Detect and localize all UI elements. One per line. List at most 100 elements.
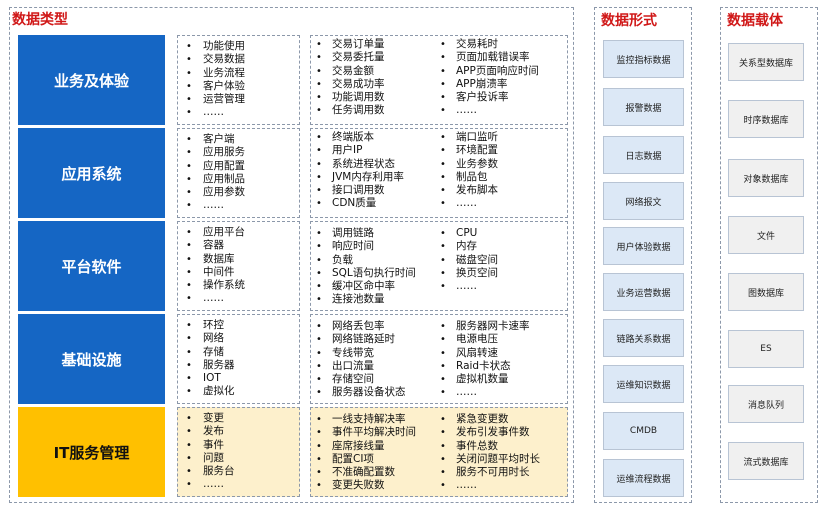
list-item: 客户端 — [177, 133, 245, 147]
data-form-tile: 网络报文 — [603, 182, 684, 220]
category-infrastructure-col1-list: 环控 网络 存储 服务器 IOT 虚拟化 — [177, 319, 235, 399]
category-it-service-management: IT服务管理 — [18, 407, 165, 497]
list-item: 出口流量 — [310, 360, 406, 374]
list-item: IOT — [177, 372, 235, 386]
list-item: …… — [434, 280, 498, 294]
list-item: 服务器 — [177, 359, 235, 373]
list-item: 响应时间 — [310, 240, 416, 254]
list-item: 发布 — [177, 425, 235, 439]
list-item: 专线带宽 — [310, 347, 406, 361]
list-item: 问题 — [177, 452, 235, 466]
list-item: 系统进程状态 — [310, 158, 404, 172]
category-itsm-col2-list: 一线支持解决率 事件平均解决时间 座席接线量 配置CI项 不准确配置数 变更失败… — [310, 413, 416, 493]
data-form-tile: 业务运营数据 — [603, 273, 684, 311]
list-item: 虚拟化 — [177, 385, 235, 399]
data-form-tile: 日志数据 — [603, 136, 684, 174]
category-application-col3-list: 端口监听 环境配置 业务参数 制品包 发布脚本 …… — [434, 131, 498, 211]
list-item: 变更失败数 — [310, 479, 416, 493]
list-item: 交易耗时 — [434, 38, 539, 52]
list-item: 交易金额 — [310, 65, 385, 79]
data-carriers-title: 数据载体 — [727, 13, 783, 29]
list-item: 换页空间 — [434, 267, 498, 281]
list-item: 运营管理 — [177, 93, 245, 107]
list-item: 不准确配置数 — [310, 466, 416, 480]
data-form-tile: CMDB — [603, 412, 684, 450]
list-item: JVM内存利用率 — [310, 171, 404, 185]
list-item: …… — [177, 292, 245, 306]
category-infrastructure-col2-list: 网络丢包率 网络链路延时 专线带宽 出口流量 存储空间 服务器设备状态 — [310, 320, 406, 400]
list-item: 功能调用数 — [310, 91, 385, 105]
data-form-tile: 报警数据 — [603, 88, 684, 126]
data-form-tile: 监控指标数据 — [603, 40, 684, 78]
data-carrier-tile: ES — [728, 330, 804, 368]
list-item: 交易成功率 — [310, 78, 385, 92]
data-form-tile: 运维知识数据 — [603, 365, 684, 403]
list-item: 交易委托量 — [310, 51, 385, 65]
category-infrastructure: 基础设施 — [18, 314, 165, 404]
category-application-col2-list: 终端版本 用户IP 系统进程状态 JVM内存利用率 接口调用数 CDN质量 — [310, 131, 404, 211]
list-item: 变更 — [177, 412, 235, 426]
list-item: 事件总数 — [434, 440, 540, 454]
list-item: 网络丢包率 — [310, 320, 406, 334]
list-item: 负载 — [310, 254, 416, 268]
list-item: 操作系统 — [177, 279, 245, 293]
list-item: APP崩溃率 — [434, 78, 539, 92]
list-item: 缓冲区命中率 — [310, 280, 416, 294]
list-item: 数据库 — [177, 253, 245, 267]
list-item: …… — [177, 199, 245, 213]
list-item: 客户投诉率 — [434, 91, 539, 105]
list-item: 环境配置 — [434, 144, 498, 158]
list-item: 风扇转速 — [434, 347, 530, 361]
list-item: 存储空间 — [310, 373, 406, 387]
list-item: 网络 — [177, 332, 235, 346]
list-item: …… — [434, 104, 539, 118]
category-business-col2-list: 交易订单量 交易委托量 交易金额 交易成功率 功能调用数 任务调用数 — [310, 38, 385, 118]
data-form-tile: 链路关系数据 — [603, 319, 684, 357]
list-item: CDN质量 — [310, 197, 404, 211]
list-item: 制品包 — [434, 171, 498, 185]
category-itsm-col1-list: 变更 发布 事件 问题 服务台 …… — [177, 412, 235, 492]
list-item: 交易数据 — [177, 53, 245, 67]
list-item: …… — [434, 197, 498, 211]
list-item: 事件平均解决时间 — [310, 426, 416, 440]
list-item: 任务调用数 — [310, 104, 385, 118]
list-item: 客户体验 — [177, 80, 245, 94]
category-application-system: 应用系统 — [18, 128, 165, 218]
data-carrier-tile: 消息队列 — [728, 385, 804, 423]
list-item: 业务流程 — [177, 67, 245, 81]
category-business-experience: 业务及体验 — [18, 35, 165, 125]
data-forms-title: 数据形式 — [601, 13, 657, 29]
list-item: 座席接线量 — [310, 440, 416, 454]
category-platform-col2-list: 调用链路 响应时间 负载 SQL语句执行时间 缓冲区命中率 连接池数量 — [310, 227, 416, 307]
list-item: 接口调用数 — [310, 184, 404, 198]
category-infrastructure-col3-list: 服务器网卡速率 电源电压 风扇转速 Raid卡状态 虚拟机数量 …… — [434, 320, 530, 400]
data-types-title: 数据类型 — [12, 12, 68, 28]
list-item: Raid卡状态 — [434, 360, 530, 374]
category-itsm-col3-list: 紧急变更数 发布引发事件数 事件总数 关闭问题平均时长 服务不可用时长 …… — [434, 413, 540, 493]
list-item: 应用制品 — [177, 173, 245, 187]
list-item: 业务参数 — [434, 158, 498, 172]
list-item: 服务器设备状态 — [310, 386, 406, 400]
data-carrier-tile: 图数据库 — [728, 273, 804, 311]
category-platform-col3-list: CPU 内存 磁盘空间 换页空间 …… — [434, 227, 498, 294]
category-platform-col1-list: 应用平台 容器 数据库 中间件 操作系统 …… — [177, 226, 245, 306]
list-item: 发布引发事件数 — [434, 426, 540, 440]
list-item: 交易订单量 — [310, 38, 385, 52]
list-item: 电源电压 — [434, 333, 530, 347]
list-item: 环控 — [177, 319, 235, 333]
data-form-tile: 运维流程数据 — [603, 459, 684, 497]
list-item: 用户IP — [310, 144, 404, 158]
data-form-tile: 用户体验数据 — [603, 227, 684, 265]
list-item: 页面加载错误率 — [434, 51, 539, 65]
list-item: 配置CI项 — [310, 453, 416, 467]
data-carrier-tile: 时序数据库 — [728, 100, 804, 138]
list-item: 关闭问题平均时长 — [434, 453, 540, 467]
list-item: 发布脚本 — [434, 184, 498, 198]
list-item: …… — [177, 106, 245, 120]
list-item: 终端版本 — [310, 131, 404, 145]
list-item: 应用服务 — [177, 146, 245, 160]
list-item: 服务不可用时长 — [434, 466, 540, 480]
category-application-col1-list: 客户端 应用服务 应用配置 应用制品 应用参数 …… — [177, 133, 245, 213]
list-item: 紧急变更数 — [434, 413, 540, 427]
data-carrier-tile: 文件 — [728, 216, 804, 254]
